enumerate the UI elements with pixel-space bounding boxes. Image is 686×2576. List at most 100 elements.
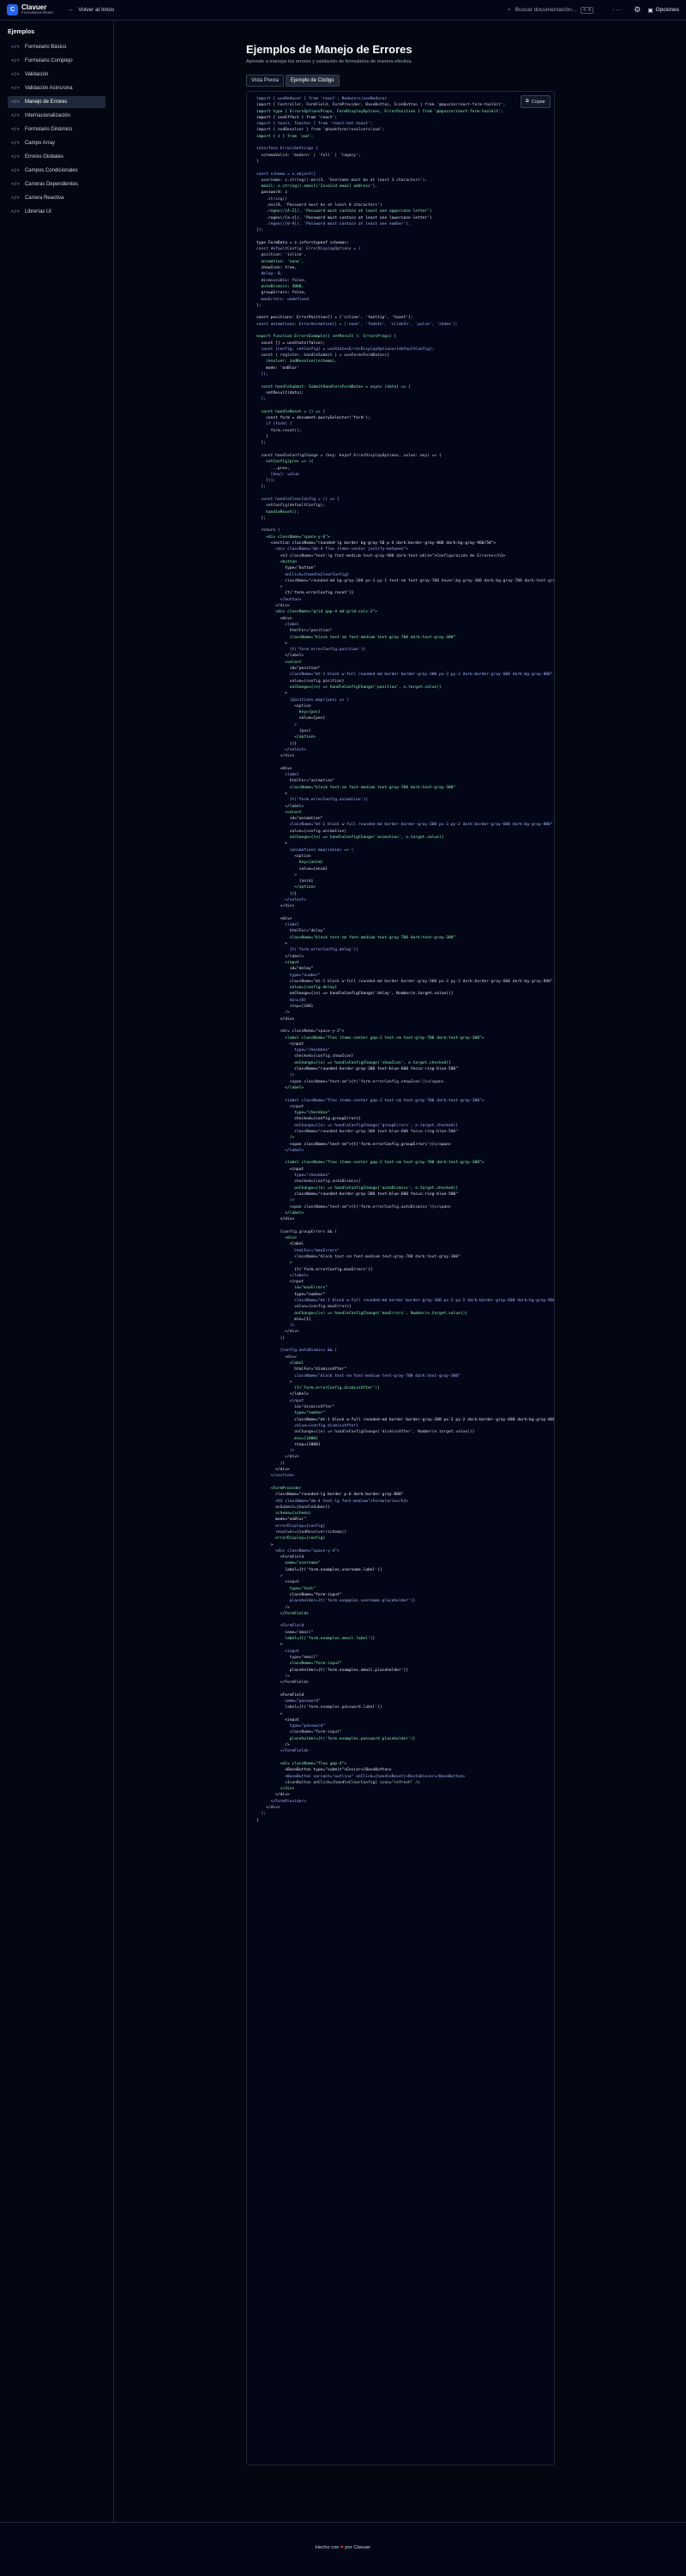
code-line: errorDisplay={config}	[256, 1523, 326, 1529]
code-line: });	[256, 228, 264, 233]
code-line: id="delay"	[256, 967, 314, 972]
code-line: </select>	[256, 898, 307, 902]
code-line: <div>	[256, 1236, 298, 1241]
main-content: Ejemplos de Manejo de Errores Aprende a …	[246, 21, 555, 87]
code-line: });	[256, 372, 268, 377]
code-line: type="checkbox"	[256, 1048, 330, 1053]
code-line: </div>	[256, 904, 295, 909]
code-line: {t('form.errorConfig.animation')}	[256, 798, 368, 803]
code-line: className="block text-sm font-medium tex…	[256, 935, 456, 940]
code-line: </div>	[256, 1468, 290, 1473]
code-line: .regex(/[a-z]/, 'Password must contain a…	[256, 215, 432, 220]
code-line: className="rounded-lg border p-6 dark:bo…	[256, 1493, 404, 1498]
code-line: <label className="flex items-center gap-…	[256, 1161, 484, 1166]
code-line: onChange={(e) => handleConfigChange('max…	[256, 1311, 468, 1316]
code-line: />	[256, 1449, 295, 1454]
code-line: </div>	[256, 604, 290, 609]
sidebar-item[interactable]: </> Carrera Reactiva	[8, 192, 105, 204]
sidebar-item[interactable]: </> Librerías UI	[8, 206, 105, 218]
sidebar-item[interactable]: </> Carreras Dependientes	[8, 178, 105, 190]
footer-suffix: por Clavuer	[345, 2545, 371, 2550]
code-line: const schema = z.object({	[256, 172, 316, 177]
code-line: className="rounded border-gray-300 text-…	[256, 1129, 459, 1134]
code-line: </div>	[256, 1793, 290, 1798]
code-line: </div>	[256, 1806, 280, 1811]
sidebar-item[interactable]: </> Formulario Básico	[8, 41, 105, 53]
code-icon: </>	[11, 100, 20, 105]
more-icon[interactable]: ···	[612, 6, 622, 14]
code-line: </FormProvider>	[256, 1799, 307, 1804]
sidebar-item[interactable]: </> Formulario Complejo	[8, 55, 105, 67]
code-line: .regex(/[A-Z]/, 'Password must contain a…	[256, 209, 432, 214]
code-line: step={1000}	[256, 1442, 321, 1447]
code-line: className="mt-1 block w-full rounded-md …	[256, 673, 553, 678]
code-line: />	[256, 1136, 295, 1141]
sidebar-item[interactable]: </> Campo Array	[8, 137, 105, 149]
code-line: <FormField	[256, 1624, 304, 1629]
code-line: <label className="flex items-center gap-…	[256, 1035, 484, 1041]
logo-mark: C	[7, 3, 18, 15]
code-icon: </>	[11, 45, 20, 50]
code-line: onClick={handleClearConfig}	[256, 572, 349, 577]
code-line: </select>	[256, 747, 307, 752]
code-line: import { useReducer } from 'react'; Redu…	[256, 97, 388, 101]
sidebar-item-label: Validación Asíncrona	[24, 86, 73, 91]
code-line: const [config, setConfig] = useState<Err…	[256, 347, 435, 352]
code-line: resolver: zodResolver(schema),	[256, 359, 338, 365]
code-line: key={pos}	[256, 710, 321, 715]
code-line: </FormField>	[256, 1680, 309, 1686]
code-line: <input	[256, 1398, 304, 1403]
code-line: )}	[256, 1336, 286, 1341]
code-line: onChange={(e) => handleConfigChange('ani…	[256, 836, 444, 841]
sidebar-item[interactable]: </> Validación	[8, 69, 105, 81]
sidebar-item[interactable]: </> Manejo de Errores	[8, 96, 105, 108]
code-line: className="rounded-md bg-gray-200 px-3 p…	[285, 578, 555, 583]
gear-icon[interactable]: ⚙	[634, 5, 641, 15]
code-line: placeholder={t('form.examples.email.plac…	[256, 1668, 409, 1673]
code-line: <label	[256, 923, 299, 928]
code-line: {t('form.errorConfig.dismissAfter')}	[256, 1386, 380, 1391]
code-line: type="checkbox"	[256, 1111, 330, 1116]
code-line: </label>	[256, 1273, 309, 1278]
code-line: <div>	[256, 616, 292, 621]
code-line: <BaseButton type="submit">Enviar</BaseBu…	[256, 1768, 392, 1773]
code-line: </div>	[256, 1455, 299, 1460]
code-icon: </>	[11, 154, 20, 160]
sidebar-item[interactable]: </> Campos Condicionales	[8, 165, 105, 177]
code-line: {positions.map((pos) => (	[256, 697, 349, 703]
tab-code-example[interactable]: Ejemplo de Código	[285, 75, 340, 87]
code-line: >	[256, 722, 298, 727]
sidebar-item[interactable]: </> Validación Asíncrona	[8, 82, 105, 94]
code-line: className="block text-sm font-medium tex…	[256, 785, 456, 790]
footer-prefix: Hecho con	[315, 2545, 340, 2550]
tab-preview[interactable]: Vista Previa	[246, 75, 284, 87]
sidebar-item[interactable]: </> Errores Globales	[8, 151, 105, 163]
sidebar-item[interactable]: </> Formulario Dinámico	[8, 124, 105, 136]
code-line: }	[256, 159, 259, 164]
sidebar: Ejemplos </> Formulario Básico </> Formular…	[0, 21, 114, 2539]
code-line: className="mt-1 block w-full rounded-md …	[256, 1299, 555, 1303]
code-line: <button	[256, 559, 298, 564]
brand-logo[interactable]: C Clavuer Formularios React	[7, 3, 53, 15]
code-line: const handleConfigChange = (key: keyof E…	[256, 453, 442, 458]
sidebar-item[interactable]: </> Internacionalización	[8, 110, 105, 122]
search-button[interactable]: ⌕ Buscar documentación... ⌘ K	[508, 6, 594, 14]
code-line: min={1000}	[256, 1436, 318, 1441]
code-line: />	[256, 1073, 295, 1078]
search-icon: ⌕	[508, 6, 511, 13]
code-line: >	[256, 1711, 283, 1716]
options-button[interactable]: ▣ Opciones	[647, 7, 679, 14]
code-line: >	[256, 872, 298, 878]
back-home-link[interactable]: ← Volver al Inicio	[69, 7, 114, 13]
code-line: return (	[256, 528, 280, 534]
code-line: </button>	[256, 597, 302, 602]
code-line: onChange={(e) => handleConfigChange('del…	[256, 992, 454, 997]
code-line: {anim}	[256, 879, 314, 884]
sidebar-item-label: Carreras Dependientes	[24, 182, 78, 187]
